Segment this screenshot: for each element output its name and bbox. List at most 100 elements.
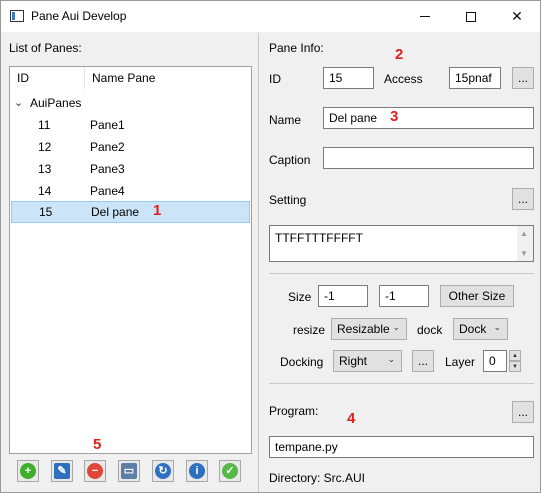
pane-info-panel: Pane Info: 2 ID 15 Access 15pnaf ... Nam… [263, 33, 540, 492]
program-browse-button[interactable]: ... [512, 401, 534, 423]
annotation-number-5: 5 [93, 436, 102, 453]
row-name: Pane1 [90, 118, 125, 132]
program-label: Program: [269, 404, 319, 418]
access-field[interactable]: 15pnaf [449, 67, 501, 89]
layer-field[interactable]: 0 [483, 350, 507, 372]
tree-root-label: AuiPanes [30, 96, 82, 110]
resize-label: resize [293, 323, 326, 337]
delete-icon: − [87, 463, 103, 479]
setting-browse-button[interactable]: ... [512, 188, 534, 210]
column-header-id[interactable]: ID [17, 71, 29, 85]
other-size-button[interactable]: Other Size [440, 285, 514, 307]
column-separator[interactable] [84, 67, 85, 89]
resize-value: Resizable [337, 322, 390, 336]
add-pane-button[interactable]: + [17, 460, 39, 482]
refresh-button[interactable]: ↻ [152, 460, 174, 482]
tree-row[interactable]: 11 Pane1 [11, 114, 250, 136]
panes-list-heading: List of Panes: [9, 41, 82, 55]
panes-list-panel: List of Panes: ID Name Pane ⌄ AuiPanes 1… [2, 33, 259, 492]
title-bar: Pane Aui Develop ✕ [1, 1, 540, 32]
edit-icon: ✎ [54, 463, 70, 479]
annotation-number-1: 1 [153, 202, 162, 219]
tree-row-selected[interactable]: 15 Del pane [11, 201, 250, 223]
maximize-button[interactable] [448, 1, 494, 32]
caption-field[interactable] [323, 147, 534, 169]
info-icon: i [189, 463, 205, 479]
dock-select[interactable]: Dock ⌄ [453, 318, 508, 340]
spin-down-icon[interactable]: ▼ [509, 361, 521, 372]
row-name: Pane4 [90, 184, 125, 198]
pane-info-heading: Pane Info: [269, 41, 324, 55]
annotation-number-3: 3 [390, 108, 399, 125]
maximize-icon [466, 11, 476, 22]
docking-label: Docking [280, 355, 324, 369]
docking-value: Right [339, 354, 368, 368]
preview-icon: ▭ [121, 463, 137, 479]
scroll-up-icon[interactable]: ▲ [520, 229, 528, 238]
access-label: Access [384, 72, 423, 86]
tree-row[interactable]: 12 Pane2 [11, 136, 250, 158]
tree-root-node[interactable]: ⌄ AuiPanes [10, 92, 251, 114]
name-field[interactable]: Del pane [323, 107, 534, 129]
dock-value: Dock [459, 322, 487, 336]
minimize-button[interactable] [402, 1, 448, 32]
panes-tree[interactable]: ID Name Pane ⌄ AuiPanes 11 Pane1 12 Pane… [9, 66, 252, 454]
tree-row[interactable]: 13 Pane3 [11, 158, 250, 180]
add-icon: + [20, 463, 36, 479]
row-id: 13 [38, 162, 52, 176]
ok-icon: ✓ [222, 463, 238, 479]
row-id: 15 [39, 205, 53, 219]
divider [269, 383, 534, 384]
setting-textarea[interactable]: TTFFTTTFFFFT ▲ ▼ [269, 225, 534, 262]
caption-label: Caption [269, 153, 311, 167]
program-field[interactable]: tempane.py [269, 436, 534, 458]
chevron-down-icon: ⌄ [493, 322, 501, 332]
annotation-number-4: 4 [347, 410, 356, 427]
row-id: 12 [38, 140, 52, 154]
directory-text: Directory: Src.AUI [269, 471, 366, 485]
setting-scrollbar[interactable]: ▲ ▼ [517, 226, 533, 261]
window-title: Pane Aui Develop [31, 9, 127, 23]
scroll-down-icon[interactable]: ▼ [520, 249, 528, 258]
row-name: Del pane [91, 205, 140, 219]
edit-pane-button[interactable]: ✎ [51, 460, 73, 482]
chevron-down-icon: ⌄ [392, 322, 400, 332]
size-height-field[interactable]: -1 [379, 285, 429, 307]
ok-button[interactable]: ✓ [219, 460, 241, 482]
docking-select[interactable]: Right ⌄ [333, 350, 402, 372]
row-id: 11 [38, 118, 51, 132]
divider [269, 273, 534, 274]
panes-toolbar: + ✎ − ▭ ↻ i ✓ [11, 458, 252, 488]
layer-spinner[interactable]: ▲ ▼ [509, 350, 521, 372]
size-label: Size [288, 290, 312, 304]
main-window: Pane Aui Develop ✕ List of Panes: ID Nam… [0, 0, 541, 493]
tree-header: ID Name Pane [10, 67, 251, 89]
info-button[interactable]: i [186, 460, 208, 482]
layer-label: Layer [445, 355, 476, 369]
tree-row[interactable]: 14 Pane4 [11, 180, 250, 202]
dock-label: dock [417, 323, 443, 337]
chevron-down-icon[interactable]: ⌄ [14, 96, 23, 109]
row-id: 14 [38, 184, 52, 198]
close-button[interactable]: ✕ [494, 1, 540, 32]
column-header-name[interactable]: Name Pane [92, 71, 155, 85]
annotation-number-2: 2 [395, 46, 404, 63]
size-width-field[interactable]: -1 [318, 285, 368, 307]
preview-pane-button[interactable]: ▭ [118, 460, 140, 482]
chevron-down-icon: ⌄ [387, 354, 395, 364]
app-icon [10, 10, 24, 22]
setting-label: Setting [269, 193, 307, 207]
delete-pane-button[interactable]: − [84, 460, 106, 482]
id-field[interactable]: 15 [323, 67, 374, 89]
resize-select[interactable]: Resizable ⌄ [331, 318, 407, 340]
close-icon: ✕ [511, 8, 523, 24]
docking-browse-button[interactable]: ... [412, 350, 434, 372]
refresh-icon: ↻ [155, 463, 171, 479]
setting-value: TTFFTTTFFFFT [275, 231, 363, 245]
row-name: Pane3 [90, 162, 125, 176]
spin-up-icon[interactable]: ▲ [509, 350, 521, 361]
id-label: ID [269, 72, 281, 86]
minimize-icon [420, 16, 430, 17]
name-label: Name [269, 113, 302, 127]
access-browse-button[interactable]: ... [512, 67, 534, 89]
